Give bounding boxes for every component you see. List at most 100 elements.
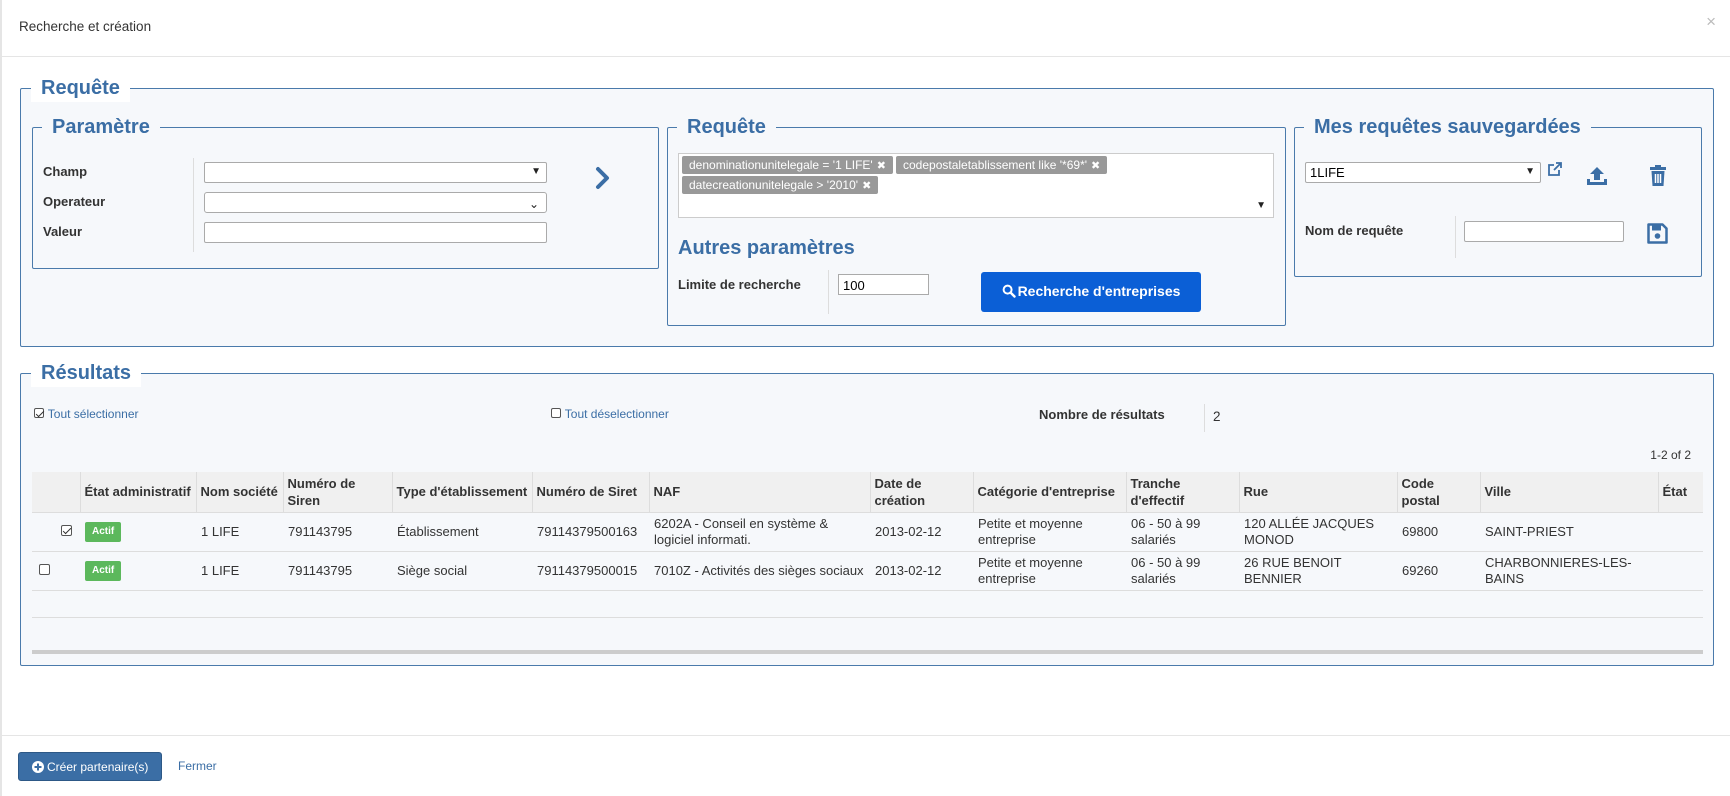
valeur-input[interactable] bbox=[204, 222, 547, 243]
requete-section: Requête Paramètre Champ Operateur Valeur… bbox=[20, 74, 1714, 347]
row-select-cell[interactable] bbox=[32, 511, 80, 551]
saved-queries-panel: Mes requêtes sauvegardées 1LIFE ▼ Nom de… bbox=[1294, 113, 1702, 277]
select-column-header bbox=[32, 472, 81, 512]
date-cell: 2013-02-12 bbox=[870, 550, 973, 590]
modal-header: Recherche et création × bbox=[2, 0, 1730, 57]
tranche-cell: 06 - 50 à 99 salariés bbox=[1126, 550, 1239, 590]
naf-cell: 7010Z - Activités des sièges sociaux bbox=[649, 550, 870, 590]
categorie-cell: Petite et moyenne entreprise bbox=[973, 511, 1126, 551]
query-tag: datecreationunitelegale > '2010' ✖ bbox=[682, 176, 879, 194]
requete-panel-legend: Requête bbox=[677, 113, 776, 141]
plus-circle-icon bbox=[32, 761, 44, 776]
column-header[interactable]: Nom société bbox=[196, 472, 284, 512]
result-count-separator bbox=[1204, 404, 1205, 432]
naf-cell: 6202A - Conseil en système & logiciel in… bbox=[649, 511, 870, 551]
nom-requete-input[interactable] bbox=[1464, 221, 1624, 242]
query-tags-box[interactable]: denominationunitelegale = '1 LIFE' ✖ code… bbox=[678, 153, 1274, 218]
etat-cell: Actif bbox=[80, 511, 196, 551]
parametre-separator bbox=[193, 158, 194, 252]
operateur-select[interactable]: ⌄ bbox=[204, 192, 547, 213]
column-header[interactable]: État bbox=[1658, 472, 1703, 512]
limite-separator bbox=[828, 270, 829, 314]
date-cell: 2013-02-12 bbox=[870, 511, 973, 551]
column-header[interactable]: NAF bbox=[649, 472, 871, 512]
select-all-label: Tout sélectionner bbox=[47, 407, 139, 421]
row-select-cell[interactable] bbox=[32, 550, 80, 590]
autres-parametres-title: Autres paramètres bbox=[678, 237, 855, 259]
type-cell: Siège social bbox=[392, 550, 532, 590]
modal-footer: Créer partenaire(s) Fermer bbox=[2, 735, 1730, 796]
checkbox-checked-icon bbox=[34, 408, 44, 418]
search-create-modal: Recherche et création × Requête Paramètr… bbox=[0, 0, 1730, 796]
column-header[interactable]: Date de création bbox=[870, 472, 974, 512]
tranche-cell: 06 - 50 à 99 salariés bbox=[1126, 511, 1239, 551]
table-header-row: État administratif Nom société Numéro de… bbox=[32, 472, 1703, 512]
parametre-legend: Paramètre bbox=[42, 113, 160, 141]
close-icon[interactable]: × bbox=[1706, 13, 1716, 30]
modal-title: Recherche et création bbox=[19, 19, 152, 34]
nom-requete-label: Nom de requête bbox=[1305, 223, 1404, 238]
create-partner-button[interactable]: Créer partenaire(s) bbox=[18, 752, 162, 781]
deselect-all-control[interactable]: Tout déselectionner bbox=[551, 406, 669, 421]
rue-cell: 26 RUE BENOIT BENNIER bbox=[1239, 550, 1397, 590]
remove-tag-icon[interactable]: ✖ bbox=[1091, 160, 1100, 172]
upload-icon[interactable] bbox=[1585, 164, 1609, 191]
siren-cell: 791143795 bbox=[283, 550, 392, 590]
type-cell: Établissement bbox=[392, 511, 532, 551]
add-parameter-arrow-icon[interactable] bbox=[594, 166, 612, 190]
select-all-control[interactable]: Tout sélectionner bbox=[34, 406, 139, 421]
column-header[interactable]: Type d'établissement bbox=[392, 472, 533, 512]
table-row[interactable]: Actif 1 LIFE 791143795 Établissement 791… bbox=[32, 511, 1703, 551]
saved-query-select-value: 1LIFE bbox=[1310, 165, 1345, 180]
ville-cell: CHARBONNIERES-LES-BAINS bbox=[1480, 550, 1658, 590]
close-link[interactable]: Fermer bbox=[178, 759, 217, 773]
column-header[interactable]: Rue bbox=[1239, 472, 1398, 512]
empty-row bbox=[32, 616, 1703, 641]
etat-cell: Actif bbox=[80, 550, 196, 590]
external-link-icon[interactable] bbox=[1546, 160, 1564, 181]
saved-query-select[interactable]: 1LIFE ▼ bbox=[1305, 162, 1541, 183]
row-checkbox[interactable] bbox=[39, 563, 50, 575]
column-header[interactable]: Numéro de Siren bbox=[283, 472, 393, 512]
ville-cell: SAINT-PRIEST bbox=[1480, 511, 1658, 551]
remove-tag-icon[interactable]: ✖ bbox=[877, 160, 886, 172]
operateur-label: Operateur bbox=[43, 194, 106, 209]
results-legend: Résultats bbox=[31, 359, 142, 387]
horizontal-scrollbar[interactable] bbox=[32, 650, 1703, 654]
query-tag-label: denominationunitelegale = '1 LIFE' bbox=[689, 158, 873, 172]
remove-tag-icon[interactable]: ✖ bbox=[862, 180, 871, 192]
column-header[interactable]: Tranche d'effectif bbox=[1126, 472, 1240, 512]
limite-input[interactable]: 100 bbox=[838, 274, 929, 295]
requete-section-legend: Requête bbox=[31, 74, 130, 102]
search-companies-button[interactable]: Recherche d'entreprises bbox=[981, 272, 1201, 312]
column-header[interactable]: État administratif bbox=[80, 472, 197, 512]
result-count-value: 2 bbox=[1213, 409, 1221, 424]
create-partner-label: Créer partenaire(s) bbox=[47, 760, 149, 774]
requete-panel: Requête denominationunitelegale = '1 LIF… bbox=[667, 113, 1286, 326]
column-header[interactable]: Numéro de Siret bbox=[532, 472, 650, 512]
trash-icon[interactable] bbox=[1648, 164, 1668, 191]
row-checkbox[interactable] bbox=[61, 524, 72, 536]
empty-row bbox=[32, 589, 1703, 617]
results-section: Résultats Tout sélectionner Tout déselec… bbox=[20, 359, 1714, 666]
column-header[interactable]: Catégorie d'entreprise bbox=[973, 472, 1127, 512]
etat2-cell bbox=[1658, 550, 1703, 590]
table-row[interactable]: Actif 1 LIFE 791143795 Siège social 7911… bbox=[32, 550, 1703, 590]
champ-select[interactable]: ▼ bbox=[204, 162, 547, 183]
nom-cell: 1 LIFE bbox=[196, 550, 283, 590]
parametre-panel: Paramètre Champ Operateur Valeur ▼ ⌄ bbox=[32, 113, 659, 269]
search-icon bbox=[1002, 284, 1016, 301]
result-count-label: Nombre de résultats bbox=[1039, 407, 1165, 422]
siret-cell: 79114379500163 bbox=[532, 511, 649, 551]
save-icon[interactable] bbox=[1647, 223, 1668, 247]
query-tag-label: codepostaletablissement like '*69*' bbox=[903, 158, 1088, 172]
column-header[interactable]: Code postal bbox=[1397, 472, 1481, 512]
cp-cell: 69800 bbox=[1397, 511, 1480, 551]
siret-cell: 79114379500015 bbox=[532, 550, 649, 590]
cp-cell: 69260 bbox=[1397, 550, 1480, 590]
column-header[interactable]: Ville bbox=[1480, 472, 1659, 512]
nom-cell: 1 LIFE bbox=[196, 511, 283, 551]
limite-label: Limite de recherche bbox=[678, 277, 801, 292]
caret-down-icon[interactable]: ▼ bbox=[1256, 200, 1266, 211]
status-badge: Actif bbox=[85, 521, 122, 542]
